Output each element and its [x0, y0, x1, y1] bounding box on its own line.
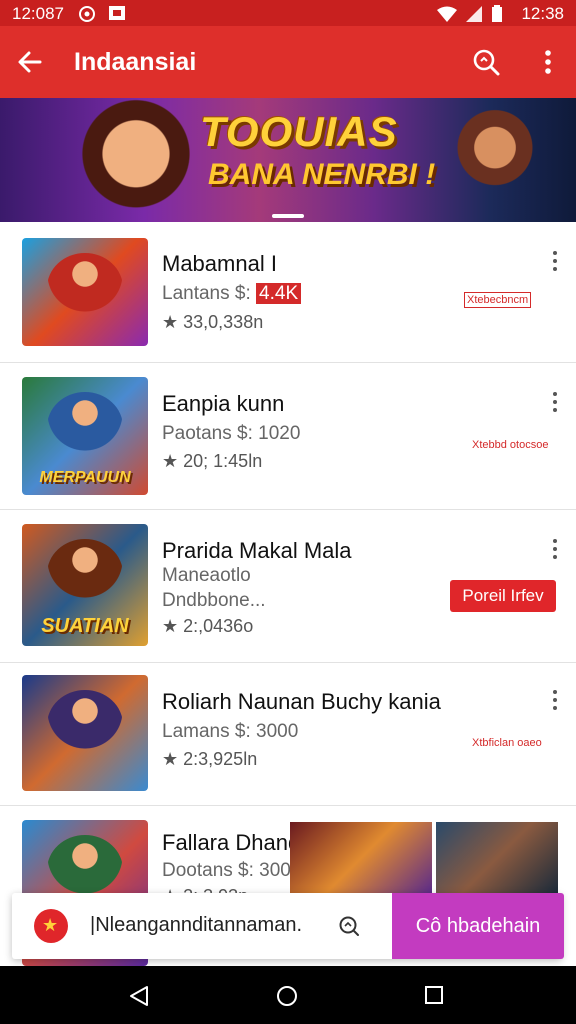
notification-icon — [109, 6, 125, 20]
banner-title: TOOUIAS — [200, 108, 398, 155]
game-thumbnail: MERPAUUN — [22, 377, 148, 495]
system-nav-bar — [0, 966, 576, 1024]
status-bar: 12:087 12:38 — [0, 0, 576, 26]
banner-hero-left-image — [40, 98, 200, 222]
game-price: Dootans $: 3000 — [162, 860, 302, 881]
back-arrow-icon[interactable] — [16, 48, 44, 76]
preview-images — [290, 822, 558, 894]
battery-icon — [492, 5, 502, 22]
status-time-right: 12:38 — [521, 4, 564, 23]
game-developer: Maneaotlo — [162, 565, 251, 586]
game-description: Dndbbone... — [162, 590, 266, 611]
game-price: Paotans $: 1020 — [162, 423, 301, 444]
game-name: Fallara Dhand — [162, 830, 301, 855]
back-nav-icon[interactable] — [128, 985, 150, 1007]
item-action-button[interactable]: Poreil Irfev — [450, 580, 556, 612]
item-tag: Xtebecbncm — [464, 292, 532, 308]
game-rating: ★ 20; 1:45ln — [162, 451, 263, 471]
promo-banner[interactable]: TOOUIAS BANA NENRBI ! — [0, 98, 576, 222]
wifi-icon — [437, 6, 457, 22]
item-more-icon[interactable] — [548, 250, 562, 272]
game-price: Lamans $: 3000 — [162, 721, 299, 742]
game-thumbnail — [22, 675, 148, 791]
bottom-bar-text: |Nleangannditannaman. — [90, 914, 303, 936]
item-tag: Xtebbd otocsoe — [472, 439, 549, 451]
game-thumbnail: SUATIAN — [22, 524, 148, 646]
banner-subtitle: BANA NENRBI ! — [208, 158, 436, 191]
thumbnail-character — [47, 253, 123, 323]
game-price: Lantans $: 4.4K — [162, 283, 302, 305]
game-name: Roliarh Naunan Buchy kania — [162, 689, 441, 714]
thumbnail-character — [47, 539, 123, 609]
thumbnail-caption: SUATIAN — [41, 615, 129, 637]
cta-button[interactable]: Cô hbadehain — [392, 893, 564, 959]
banner-hero-right-image — [440, 98, 550, 222]
search-icon[interactable] — [338, 915, 360, 937]
app-bar: Indaansiai — [0, 26, 576, 98]
game-name: Mabamnal I — [162, 251, 277, 276]
banner-page-indicator — [272, 214, 304, 218]
preview-image[interactable] — [290, 822, 432, 894]
preview-image[interactable] — [436, 822, 558, 894]
sync-icon — [79, 6, 95, 22]
game-name: Prarida Makal Mala — [162, 538, 352, 563]
game-rating: ★ 33,0,338n — [162, 312, 264, 332]
list-item[interactable]: Mabamnal I Lantans $: 4.4K ★ 33,0,338n X… — [0, 222, 576, 363]
game-rating: ★ 2:3,925ln — [162, 749, 258, 769]
game-thumbnail — [22, 238, 148, 346]
search-icon[interactable] — [472, 48, 500, 76]
recents-nav-icon[interactable] — [424, 985, 444, 1005]
page-title: Indaansiai — [74, 48, 197, 76]
item-more-icon[interactable] — [548, 391, 562, 413]
item-more-icon[interactable] — [548, 538, 562, 560]
list-item[interactable]: Roliarh Naunan Buchy kania Lamans $: 300… — [0, 663, 576, 806]
status-time-left: 12:087 — [12, 4, 64, 23]
home-nav-icon[interactable] — [276, 985, 298, 1007]
flag-icon: ★ — [34, 909, 68, 943]
list-item[interactable]: MERPAUUN Eanpia kunn Paotans $: 1020 ★ 2… — [0, 363, 576, 510]
item-tag: Xtbficlan oaeo — [472, 737, 542, 749]
more-vert-icon[interactable] — [534, 48, 562, 76]
list-item[interactable]: SUATIAN Prarida Makal Mala Maneaotlo Dnd… — [0, 510, 576, 663]
game-rating: ★ 2:,0436o — [162, 616, 254, 636]
item-more-icon[interactable] — [548, 689, 562, 711]
thumbnail-character — [47, 392, 123, 462]
game-name: Eanpia kunn — [162, 391, 285, 416]
bottom-action-bar: ★ |Nleangannditannaman. Cô hbadehain — [12, 893, 564, 959]
thumbnail-caption: MERPAUUN — [39, 469, 131, 486]
signal-icon — [466, 6, 482, 22]
thumbnail-character — [47, 690, 123, 760]
